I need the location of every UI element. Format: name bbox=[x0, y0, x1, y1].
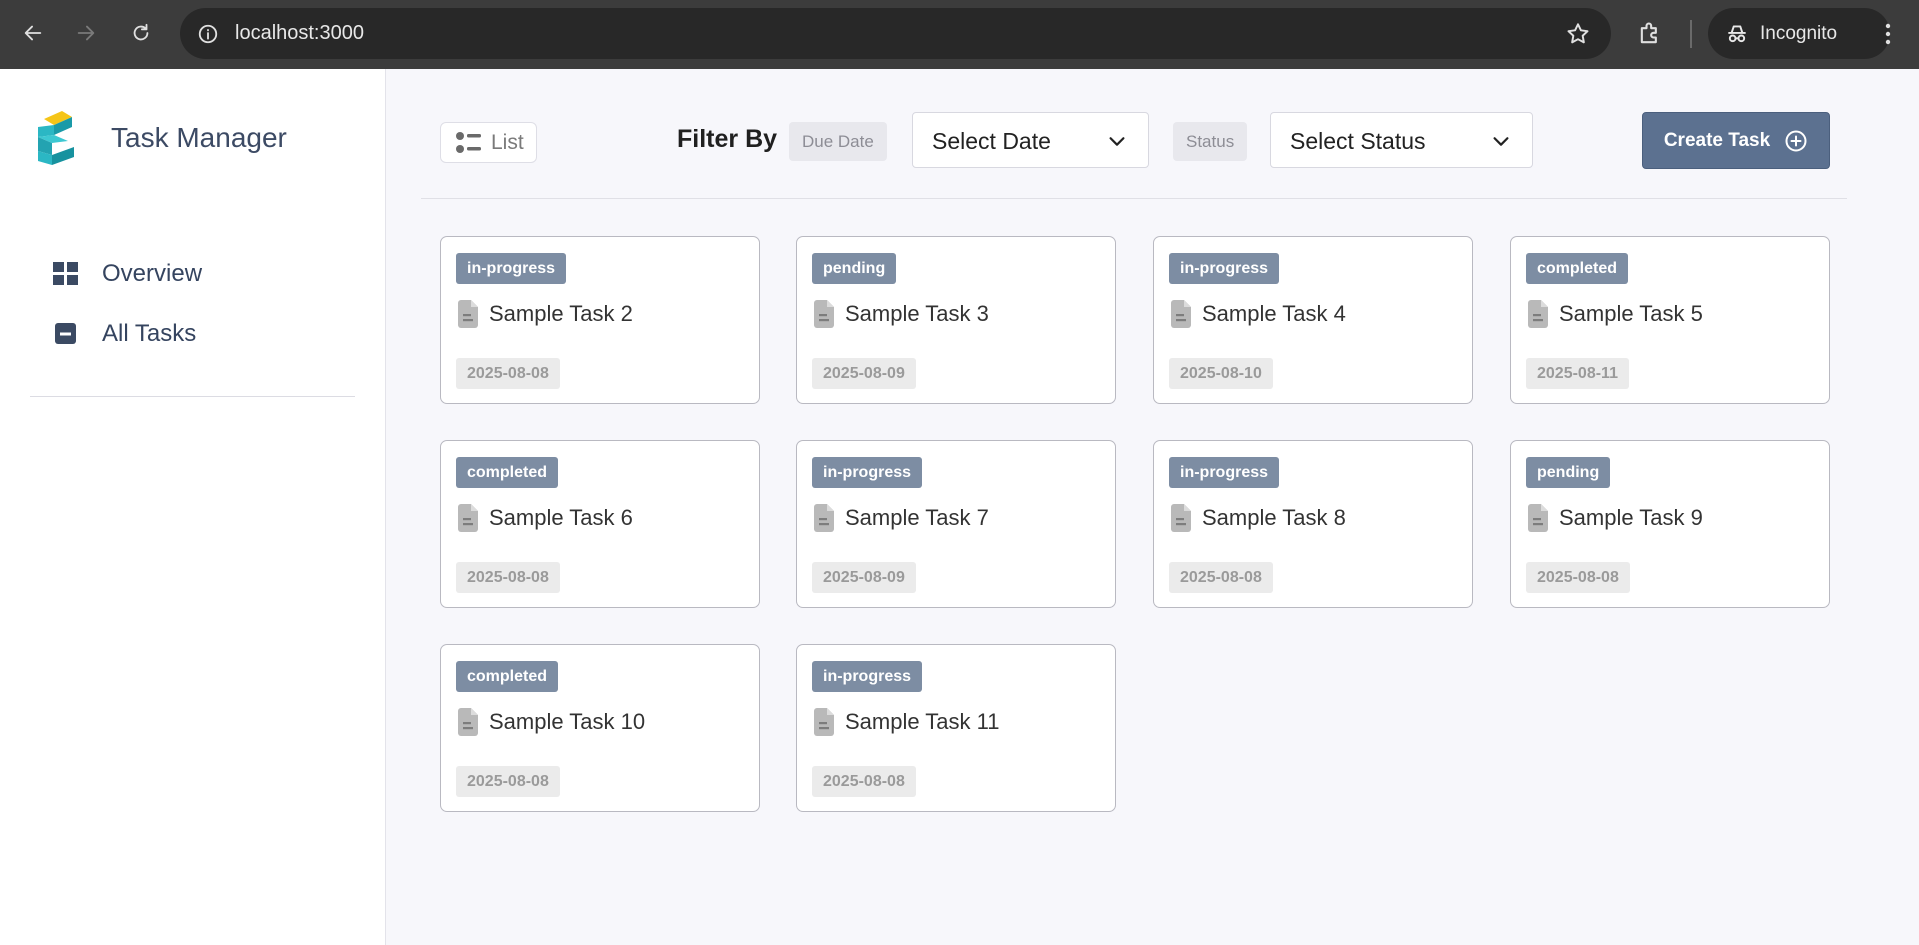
task-card[interactable]: in-progress Sample Task 11 2025-08-08 bbox=[796, 644, 1116, 812]
document-icon bbox=[1171, 504, 1191, 532]
create-task-label: Create Task bbox=[1663, 129, 1771, 151]
task-title: Sample Task 4 bbox=[1202, 301, 1346, 326]
task-title: Sample Task 6 bbox=[489, 505, 633, 530]
due-date-badge: 2025-08-09 bbox=[812, 562, 916, 593]
status-badge: in-progress bbox=[456, 253, 567, 284]
due-date-badge: 2025-08-08 bbox=[456, 562, 560, 593]
task-card[interactable]: completed Sample Task 5 2025-08-11 bbox=[1510, 236, 1830, 404]
url-text[interactable]: localhost:3000 bbox=[235, 8, 364, 59]
address-bar[interactable]: localhost:3000 bbox=[180, 8, 1611, 59]
minus-square-icon bbox=[55, 323, 76, 344]
info-icon[interactable] bbox=[197, 23, 219, 45]
document-icon bbox=[1528, 504, 1548, 532]
status-badge: in-progress bbox=[812, 661, 923, 692]
chevron-down-icon bbox=[1109, 137, 1125, 146]
sidebar-item-overview[interactable]: Overview bbox=[52, 254, 202, 294]
due-date-badge: 2025-08-11 bbox=[1526, 358, 1629, 389]
due-date-badge: 2025-08-10 bbox=[1169, 358, 1273, 389]
app-logo bbox=[38, 111, 74, 165]
document-icon bbox=[458, 708, 478, 736]
date-select[interactable]: Select Date bbox=[912, 112, 1149, 168]
forward-button[interactable] bbox=[69, 16, 103, 50]
task-card[interactable]: completed Sample Task 10 2025-08-08 bbox=[440, 644, 760, 812]
status-badge: in-progress bbox=[1169, 457, 1280, 488]
task-title: Sample Task 7 bbox=[845, 505, 989, 530]
list-view-toggle[interactable]: List bbox=[440, 122, 537, 163]
sidebar-item-label: Overview bbox=[102, 260, 203, 287]
browser-toolbar: localhost:3000 Incognito bbox=[0, 0, 1919, 69]
status-select-value: Select Status bbox=[1290, 128, 1426, 154]
document-icon bbox=[1171, 300, 1191, 328]
incognito-badge[interactable]: Incognito bbox=[1708, 8, 1890, 59]
incognito-icon bbox=[1728, 25, 1746, 43]
due-date-badge: 2025-08-09 bbox=[812, 358, 916, 389]
toolbar-divider bbox=[421, 198, 1847, 199]
incognito-label: Incognito bbox=[1760, 23, 1838, 44]
grid-icon bbox=[53, 262, 78, 285]
due-date-badge: 2025-08-08 bbox=[456, 766, 560, 797]
sidebar-item-label: All Tasks bbox=[102, 320, 197, 347]
task-title: Sample Task 3 bbox=[845, 301, 989, 326]
document-icon bbox=[458, 300, 478, 328]
document-icon bbox=[814, 708, 834, 736]
document-icon bbox=[814, 504, 834, 532]
sidebar-divider bbox=[30, 396, 355, 397]
bookmark-star-icon[interactable] bbox=[1565, 21, 1591, 47]
task-title: Sample Task 2 bbox=[489, 301, 633, 326]
list-icon bbox=[456, 131, 481, 153]
due-date-badge: 2025-08-08 bbox=[812, 766, 916, 797]
reload-button[interactable] bbox=[124, 16, 158, 50]
chevron-down-icon bbox=[1493, 137, 1509, 146]
task-title: Sample Task 9 bbox=[1559, 505, 1703, 530]
status-badge: completed bbox=[1526, 253, 1629, 284]
due-date-badge: 2025-08-08 bbox=[456, 358, 560, 389]
toolbar-divider bbox=[1690, 20, 1692, 48]
back-button[interactable] bbox=[16, 16, 50, 50]
task-title: Sample Task 11 bbox=[845, 709, 1000, 734]
status-badge: completed bbox=[456, 661, 559, 692]
status-badge: in-progress bbox=[1169, 253, 1280, 284]
document-icon bbox=[458, 504, 478, 532]
task-title: Sample Task 8 bbox=[1202, 505, 1346, 530]
view-toggle-label: List bbox=[491, 130, 524, 154]
due-date-badge: 2025-08-08 bbox=[1169, 562, 1273, 593]
sidebar-item-all-tasks[interactable]: All Tasks bbox=[52, 314, 196, 354]
create-task-button[interactable]: Create Task bbox=[1642, 112, 1830, 169]
task-card[interactable]: completed Sample Task 6 2025-08-08 bbox=[440, 440, 760, 608]
plus-circle-icon bbox=[1785, 130, 1807, 151]
extensions-puzzle-icon[interactable] bbox=[1636, 20, 1664, 48]
document-icon bbox=[814, 300, 834, 328]
arrow-left-icon bbox=[24, 25, 42, 41]
task-title: Sample Task 5 bbox=[1559, 301, 1703, 326]
status-badge: pending bbox=[1526, 457, 1611, 488]
arrow-right-icon bbox=[77, 25, 95, 41]
status-label: Status bbox=[1173, 122, 1248, 161]
status-badge: in-progress bbox=[812, 457, 923, 488]
due-date-badge: 2025-08-08 bbox=[1526, 562, 1630, 593]
filter-by-label: Filter By bbox=[677, 125, 778, 153]
status-select[interactable]: Select Status bbox=[1270, 112, 1533, 168]
status-badge: pending bbox=[812, 253, 897, 284]
document-icon bbox=[1528, 300, 1548, 328]
date-select-value: Select Date bbox=[932, 128, 1051, 154]
task-card[interactable]: in-progress Sample Task 2 2025-08-08 bbox=[440, 236, 760, 404]
task-card[interactable]: in-progress Sample Task 4 2025-08-10 bbox=[1153, 236, 1473, 404]
task-title: Sample Task 10 bbox=[489, 709, 646, 734]
sidebar: Task Manager Overview All Tasks bbox=[0, 69, 386, 945]
reload-icon bbox=[133, 23, 149, 41]
due-date-label: Due Date bbox=[789, 122, 887, 161]
task-card[interactable]: in-progress Sample Task 8 2025-08-08 bbox=[1153, 440, 1473, 608]
task-card[interactable]: pending Sample Task 3 2025-08-09 bbox=[796, 236, 1116, 404]
task-card[interactable]: pending Sample Task 9 2025-08-08 bbox=[1510, 440, 1830, 608]
status-badge: completed bbox=[456, 457, 559, 488]
more-vertical-icon[interactable] bbox=[1876, 20, 1900, 48]
app-brand: Task Manager bbox=[111, 122, 287, 153]
task-card[interactable]: in-progress Sample Task 7 2025-08-09 bbox=[796, 440, 1116, 608]
